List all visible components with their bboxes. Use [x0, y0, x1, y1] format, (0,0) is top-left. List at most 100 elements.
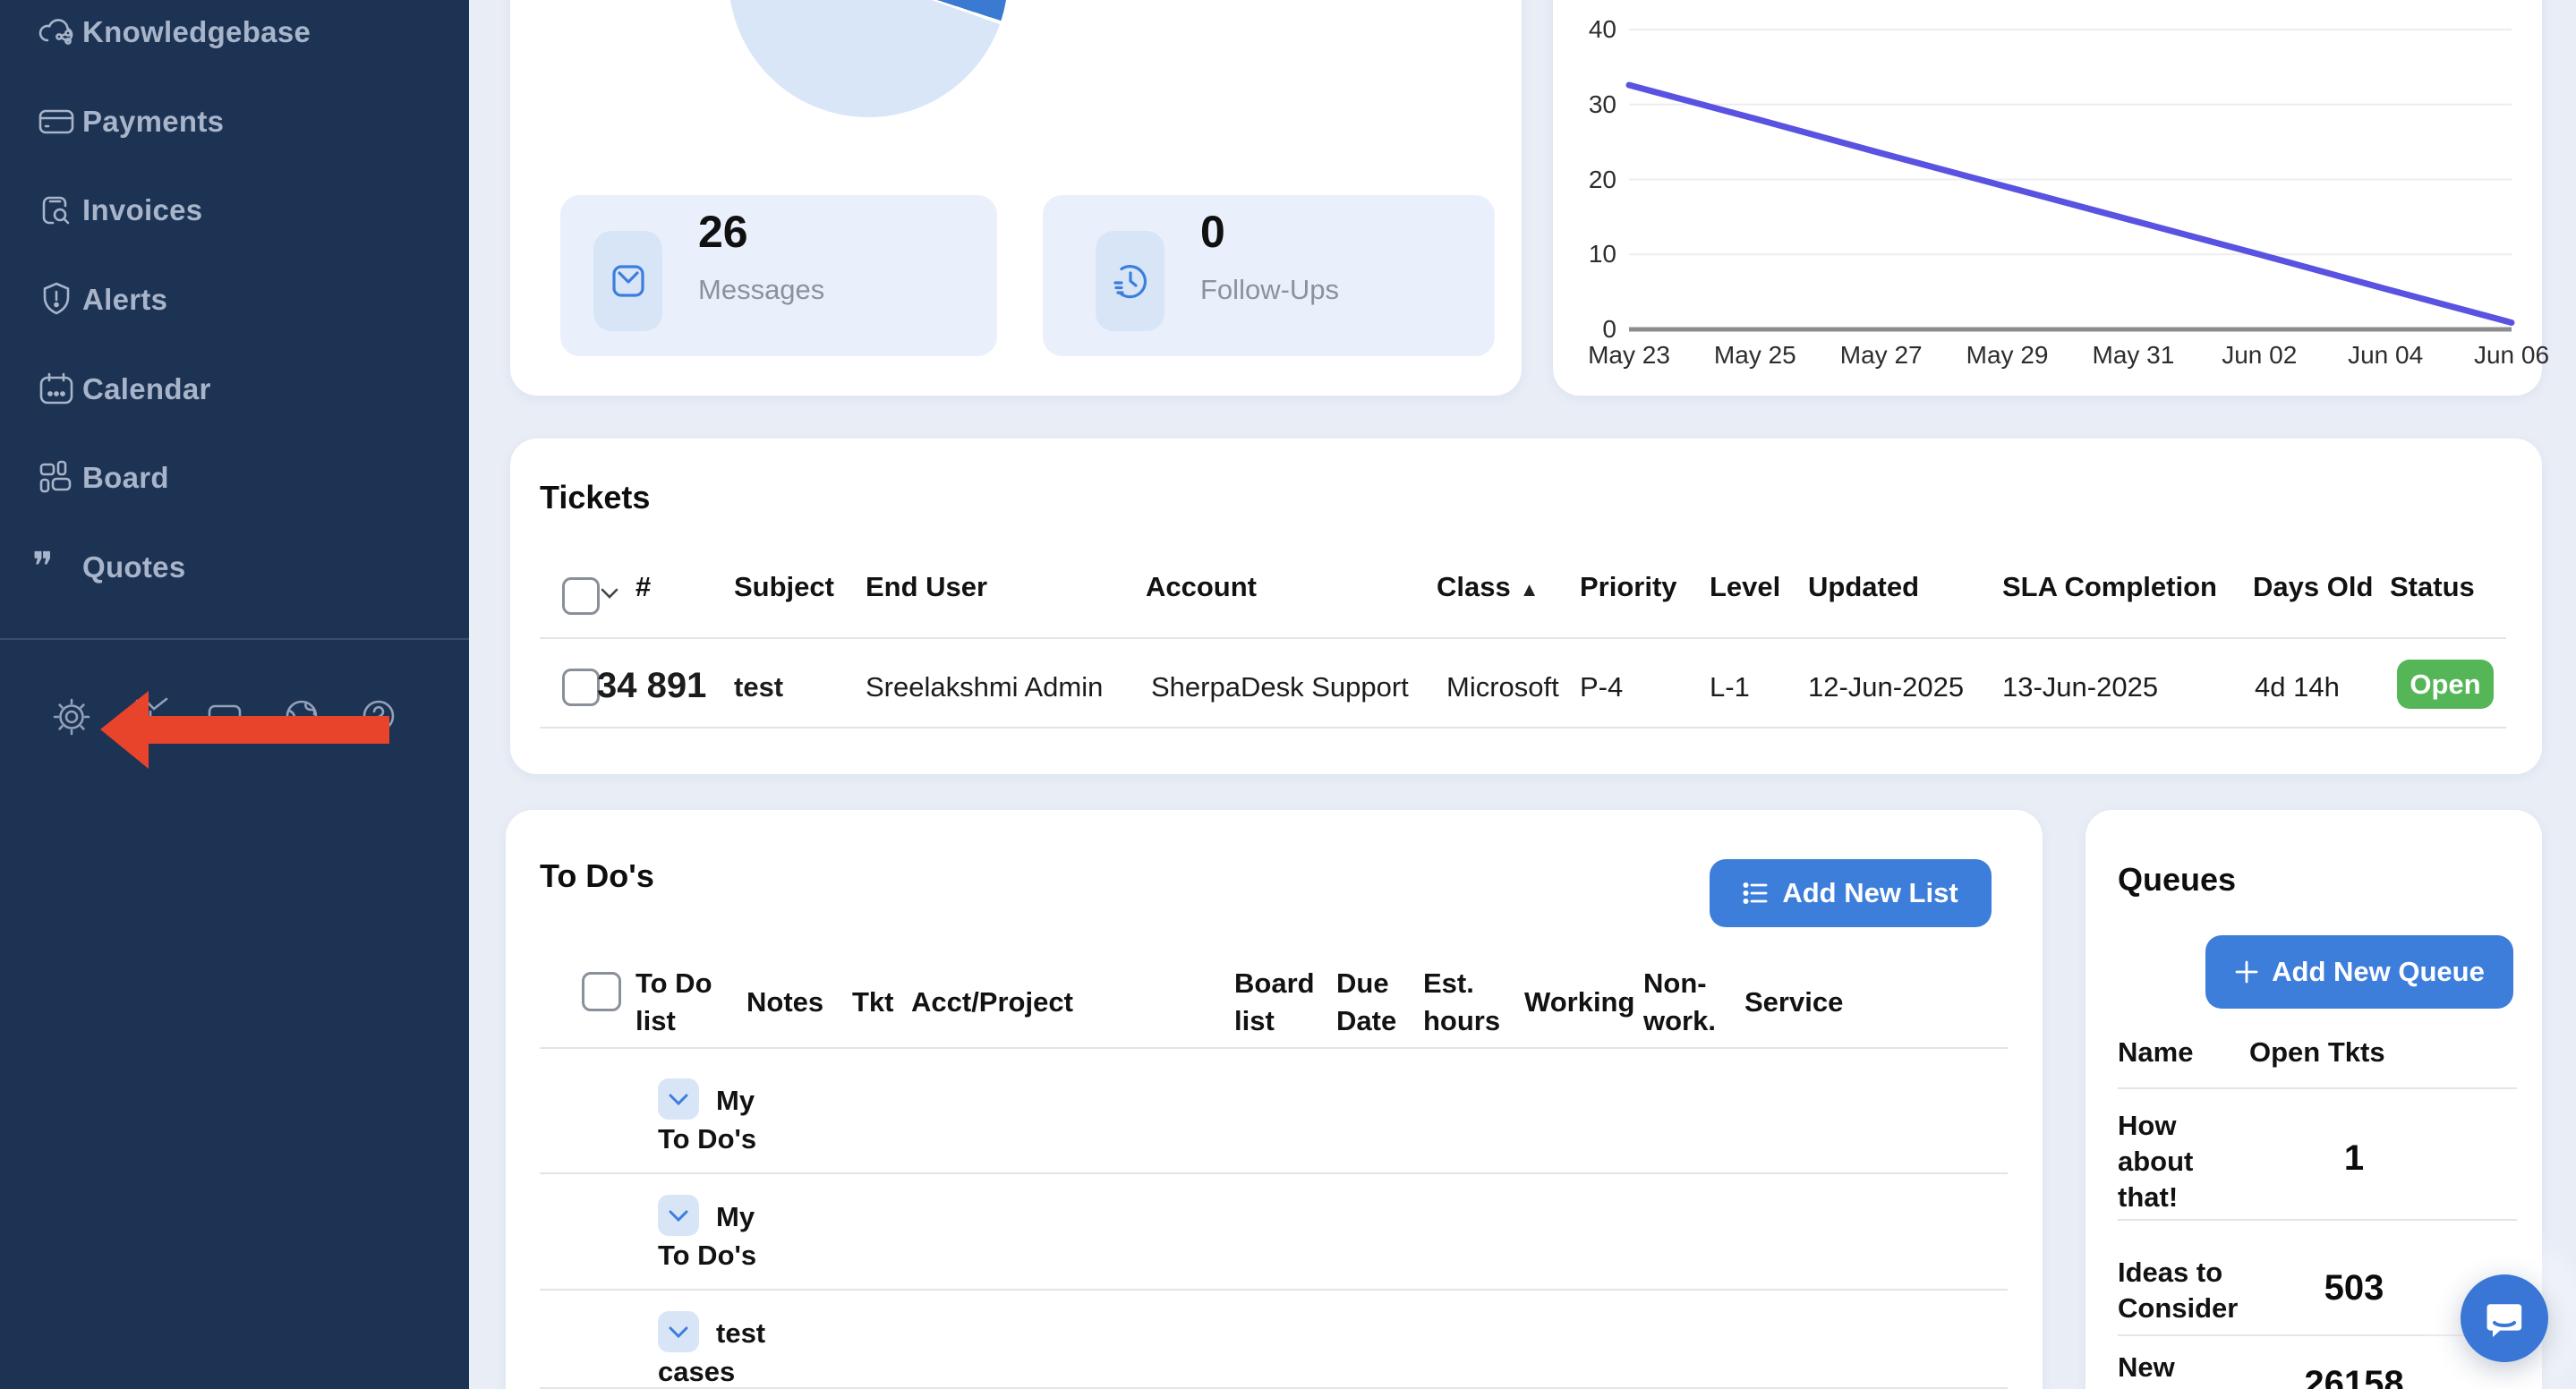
ticket-row-checkbox[interactable] — [562, 669, 600, 706]
todo-expand-chip[interactable] — [658, 1311, 699, 1352]
kanban-board-icon — [36, 457, 77, 499]
todos-title: To Do's — [540, 857, 654, 895]
col-notes[interactable]: Notes — [746, 984, 823, 1021]
col-end-user[interactable]: End User — [866, 568, 987, 606]
sidebar-item-calendar[interactable]: Calendar — [0, 364, 469, 414]
col-days-old[interactable]: Days Old — [2253, 568, 2373, 606]
col-priority[interactable]: Priority — [1580, 568, 1677, 606]
x-tick-label: May 25 — [1688, 341, 1822, 370]
x-tick-label: May 31 — [2066, 341, 2200, 370]
todos-header-divider — [540, 1047, 2008, 1049]
messages-label: Messages — [698, 274, 824, 306]
todo-list-name-line2[interactable]: To Do's — [658, 1240, 756, 1272]
sidebar-item-invoices[interactable]: Invoices — [0, 185, 469, 235]
col-due-date[interactable]: Due Date — [1336, 965, 1396, 1040]
col-acct-project[interactable]: Acct/Project — [911, 984, 1073, 1021]
ticket-days-old: 4d 14h — [2255, 671, 2340, 703]
messages-tile[interactable]: 26 Messages — [560, 195, 997, 356]
messages-count: 26 — [698, 207, 748, 257]
sidebar-item-label: Knowledgebase — [82, 15, 311, 49]
todo-list-name-line1[interactable]: My — [716, 1085, 755, 1117]
clock-followup-icon — [1109, 260, 1152, 303]
shield-alert-icon — [36, 279, 77, 320]
chevron-down-icon — [668, 1325, 689, 1339]
sidebar-item-label: Payments — [82, 105, 224, 139]
ticket-subject[interactable]: test — [734, 671, 783, 703]
y-tick-label: 40 — [1554, 15, 1616, 44]
queues-header-divider — [2118, 1087, 2517, 1089]
col-updated[interactable]: Updated — [1808, 568, 1919, 606]
x-tick-label: May 27 — [1814, 341, 1949, 370]
chevron-down-icon[interactable] — [600, 587, 619, 600]
col-board-list[interactable]: Board list — [1234, 965, 1315, 1040]
messages-icon-chip — [593, 231, 662, 331]
add-new-list-button[interactable]: Add New List — [1710, 859, 1992, 927]
y-tick-label: 30 — [1554, 90, 1616, 119]
col-status[interactable]: Status — [2390, 568, 2475, 606]
queues-name-header[interactable]: Name — [2118, 1034, 2193, 1071]
col-working[interactable]: Working — [1524, 984, 1634, 1021]
add-new-queue-button[interactable]: Add New Queue — [2205, 935, 2513, 1009]
col-est-hours[interactable]: Est. hours — [1423, 965, 1500, 1040]
sidebar: Knowledgebase Payments Invoices Alerts — [0, 0, 469, 1389]
todo-list-name-line1[interactable]: test — [716, 1317, 765, 1350]
sidebar-item-label: Board — [82, 461, 169, 495]
trend-line-chart — [1603, 0, 2552, 340]
todos-card: To Do's Add New List To Do list Notes Tk… — [506, 810, 2043, 1389]
col-number[interactable]: # — [635, 568, 651, 606]
x-tick-label: Jun 02 — [2192, 341, 2326, 370]
todo-expand-chip[interactable] — [658, 1078, 699, 1120]
col-tkt[interactable]: Tkt — [852, 984, 894, 1021]
plus-icon — [2234, 959, 2259, 984]
sidebar-item-quotes[interactable]: ❞ Quotes — [0, 542, 469, 592]
queues-title: Queues — [2118, 861, 2236, 899]
dashboard-page: Knowledgebase Payments Invoices Alerts — [0, 0, 2576, 1389]
x-tick-label: May 23 — [1562, 341, 1696, 370]
todo-list-name-line2[interactable]: cases — [658, 1356, 735, 1388]
ticket-level: L-1 — [1710, 671, 1750, 703]
todos-select-all-checkbox[interactable] — [582, 972, 621, 1011]
todo-list-name-line1[interactable]: My — [716, 1201, 755, 1233]
col-class[interactable]: Class▲ — [1437, 568, 1540, 609]
todos-row-divider — [540, 1172, 2008, 1174]
todo-expand-chip[interactable] — [658, 1195, 699, 1236]
list-icon — [1743, 880, 1770, 907]
sidebar-item-label: Invoices — [82, 193, 202, 227]
todos-row-divider — [540, 1289, 2008, 1291]
col-service[interactable]: Service — [1744, 984, 1843, 1021]
sidebar-item-alerts[interactable]: Alerts — [0, 275, 469, 325]
queue-name[interactable]: New Tickets — [2118, 1350, 2213, 1389]
sidebar-item-label: Quotes — [82, 550, 185, 584]
col-level[interactable]: Level — [1710, 568, 1780, 606]
queues-open-tkts-header[interactable]: Open Tkts — [2249, 1034, 2385, 1071]
ticket-sla: 13-Jun-2025 — [2002, 671, 2158, 703]
settings-gear-icon[interactable] — [52, 697, 91, 737]
followups-label: Follow-Ups — [1200, 274, 1339, 306]
followups-tile[interactable]: 0 Follow-Ups — [1043, 195, 1495, 356]
sidebar-item-label: Calendar — [82, 372, 211, 406]
tickets-select-all-checkbox[interactable] — [562, 577, 600, 615]
col-todo-list[interactable]: To Do list — [635, 965, 712, 1040]
tickets-header-divider — [540, 637, 2506, 639]
ticket-number[interactable]: 34 891 — [597, 666, 706, 706]
sidebar-item-payments[interactable]: Payments — [0, 97, 469, 147]
y-tick-label: 20 — [1554, 166, 1616, 194]
queue-name[interactable]: Ideas to Consider — [2118, 1255, 2238, 1326]
mail-icon — [607, 260, 650, 303]
invoice-search-icon — [36, 190, 77, 231]
sidebar-item-knowledgebase[interactable]: Knowledgebase — [0, 7, 469, 57]
y-tick-label: 10 — [1554, 240, 1616, 268]
sidebar-item-board[interactable]: Board — [0, 453, 469, 503]
sidebar-item-label: Alerts — [82, 283, 167, 317]
col-subject[interactable]: Subject — [734, 568, 834, 606]
queue-name[interactable]: How about that! — [2118, 1108, 2193, 1215]
col-sla[interactable]: SLA Completion — [2002, 568, 2217, 606]
x-tick-label: May 29 — [1941, 341, 2075, 370]
followups-icon-chip — [1096, 231, 1164, 331]
ticket-status-badge[interactable]: Open — [2397, 660, 2494, 709]
col-non-work[interactable]: Non- work. — [1643, 965, 1716, 1040]
ticket-account: SherpaDesk Support — [1151, 671, 1409, 703]
chat-launcher-button[interactable] — [2461, 1274, 2548, 1362]
todo-list-name-line2[interactable]: To Do's — [658, 1123, 756, 1155]
col-account[interactable]: Account — [1146, 568, 1257, 606]
